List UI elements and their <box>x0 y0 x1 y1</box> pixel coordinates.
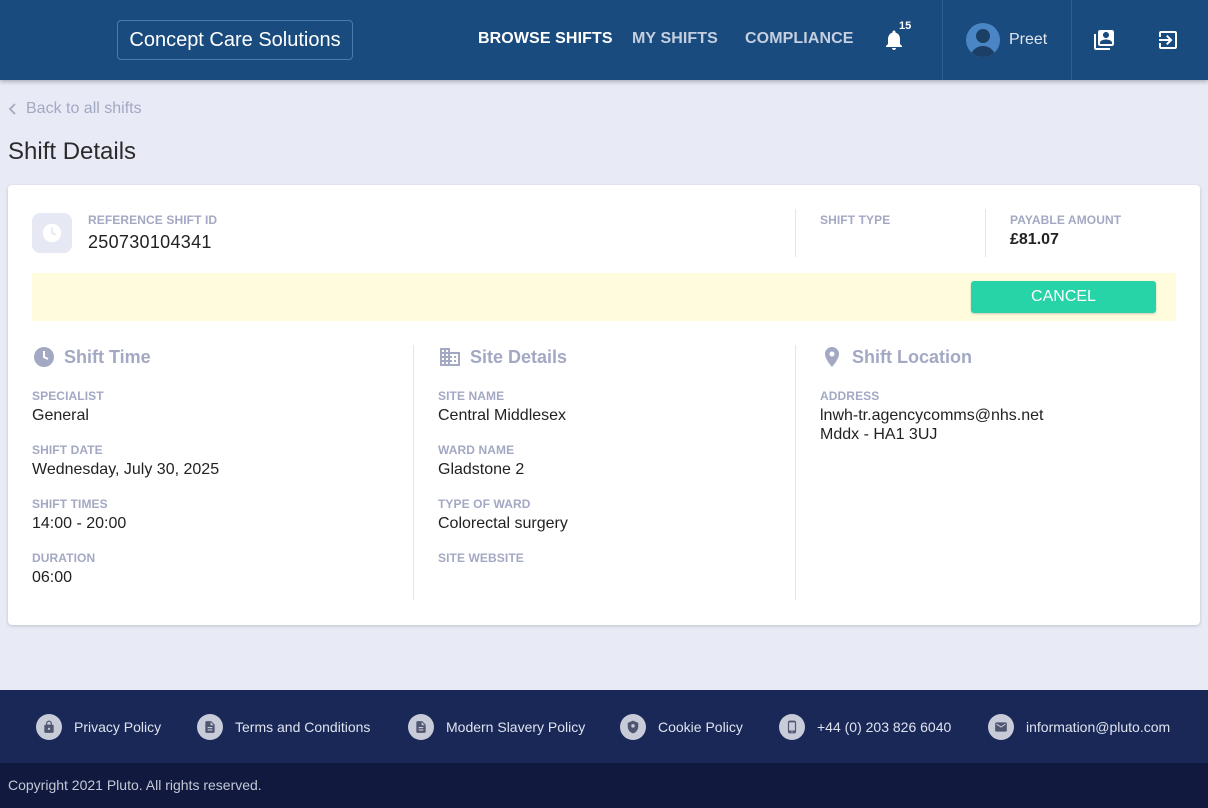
cookie-policy-link[interactable]: Cookie Policy <box>620 714 743 740</box>
shift-date-field: SHIFT DATE Wednesday, July 30, 2025 <box>32 443 220 478</box>
user-avatar-icon[interactable] <box>966 23 1000 57</box>
logout-icon[interactable] <box>1156 28 1180 52</box>
top-navbar: Concept Care Solutions BROWSE SHIFTS MY … <box>0 0 1208 80</box>
duration-field: DURATION 06:00 <box>32 551 96 586</box>
mail-icon <box>988 714 1014 740</box>
ward-type-field: TYPE OF WARD Colorectal surgery <box>438 497 568 532</box>
footer: Privacy Policy Terms and Conditions Mode… <box>0 690 1208 763</box>
clock-icon <box>34 347 54 367</box>
copyright-bar: Copyright 2021 Pluto. All rights reserve… <box>0 763 1208 808</box>
shift-location-section: Shift Location <box>820 345 972 369</box>
site-details-section: Site Details <box>438 345 567 369</box>
divider <box>795 209 796 257</box>
lock-icon <box>36 714 62 740</box>
divider <box>985 209 986 257</box>
address-field: ADDRESS lnwh-tr.agencycomms@nhs.net Mddx… <box>820 389 1044 443</box>
privacy-policy-link[interactable]: Privacy Policy <box>36 714 161 740</box>
chevron-left-icon <box>8 103 16 115</box>
brand-logo[interactable]: Concept Care Solutions <box>117 20 353 60</box>
document-icon <box>197 714 223 740</box>
header-divider <box>942 0 943 80</box>
ward-name-field: WARD NAME Gladstone 2 <box>438 443 525 478</box>
email-link[interactable]: information@pluto.com <box>988 714 1170 740</box>
cookie-policy-label: Cookie Policy <box>658 719 743 735</box>
reference-id-value: 250730104341 <box>88 232 212 252</box>
section-title: Site Details <box>470 346 568 367</box>
document-icon <box>408 714 434 740</box>
header-divider <box>1071 0 1072 80</box>
nav-my-shifts[interactable]: MY SHIFTS <box>632 30 718 48</box>
divider <box>795 345 796 600</box>
shield-icon <box>620 714 646 740</box>
shift-details-card: REFERENCE SHIFT ID 250730104341 SHIFT TY… <box>8 185 1200 625</box>
notification-count-badge: 15 <box>899 20 912 32</box>
shift-time-section: Shift Time <box>32 345 151 369</box>
cancel-shift-button[interactable]: CANCEL <box>971 281 1156 313</box>
copyright-text: Copyright 2021 Pluto. All rights reserve… <box>8 777 262 793</box>
page-title: Shift Details <box>8 138 137 165</box>
back-link-label: Back to all shifts <box>26 100 142 117</box>
location-pin-icon <box>825 347 839 367</box>
specialist-field: SPECIALIST General <box>32 389 104 424</box>
terms-link[interactable]: Terms and Conditions <box>197 714 370 740</box>
modern-slavery-label: Modern Slavery Policy <box>446 719 586 735</box>
section-title: Shift Location <box>852 346 972 367</box>
privacy-policy-label: Privacy Policy <box>74 719 162 735</box>
phone-label: +44 (0) 203 826 6040 <box>817 719 952 735</box>
nav-compliance[interactable]: COMPLIANCE <box>745 30 854 48</box>
back-to-shifts-link[interactable]: Back to all shifts <box>8 100 142 118</box>
shift-type-label: SHIFT TYPE <box>820 213 891 227</box>
shift-times-field: SHIFT TIMES 14:00 - 20:00 <box>32 497 127 532</box>
phone-link[interactable]: +44 (0) 203 826 6040 <box>779 714 951 740</box>
terms-label: Terms and Conditions <box>235 719 371 735</box>
reference-id-label: REFERENCE SHIFT ID <box>88 213 218 227</box>
payable-amount-label: PAYABLE AMOUNT <box>1010 213 1122 227</box>
building-icon <box>440 348 460 366</box>
contacts-icon[interactable] <box>1092 28 1116 52</box>
payable-amount-value: £81.07 <box>1010 231 1059 248</box>
phone-icon <box>779 714 805 740</box>
section-title: Shift Time <box>64 346 151 367</box>
divider <box>413 345 414 600</box>
user-name[interactable]: Preet <box>1009 31 1047 49</box>
modern-slavery-link[interactable]: Modern Slavery Policy <box>408 714 585 740</box>
action-banner: CANCEL <box>32 273 1176 321</box>
site-name-field: SITE NAME Central Middlesex <box>438 389 567 424</box>
email-label: information@pluto.com <box>1026 719 1171 735</box>
clock-icon <box>32 213 72 253</box>
nav-browse-shifts[interactable]: BROWSE SHIFTS <box>478 30 613 48</box>
site-website-field: SITE WEBSITE <box>438 551 524 565</box>
